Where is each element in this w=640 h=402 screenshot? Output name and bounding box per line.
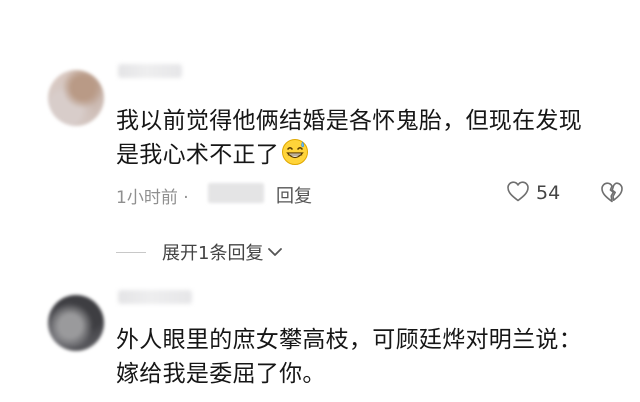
comment-text-line: 是我心术不正了 [116, 138, 616, 176]
expand-replies-label: 展开1条回复 [162, 243, 264, 264]
comment-time: 1小时前 · [116, 188, 189, 208]
reply-button[interactable]: 回复 [276, 182, 312, 208]
broken-heart-icon[interactable] [600, 181, 624, 208]
comment-text-line: 我以前觉得他俩结婚是各怀鬼胎，但现在发现 [116, 108, 582, 134]
avatar[interactable] [48, 70, 104, 126]
username-blurred[interactable] [118, 64, 182, 78]
username-blurred[interactable] [118, 290, 192, 304]
comment-text: 我以前觉得他俩结婚是各怀鬼胎，但现在发现 是我心术不正了 [116, 104, 616, 176]
comment-meta: 1小时前 · 回复 54 [116, 179, 626, 208]
comment-text-line: 外人眼里的庶女攀高枝，可顾廷烨对明兰说： [116, 327, 582, 353]
chevron-down-icon [267, 243, 283, 262]
divider [116, 251, 146, 253]
grinning-sweat-emoji-icon [281, 138, 309, 176]
heart-outline-icon[interactable] [506, 180, 530, 207]
like-count: 54 [536, 182, 561, 204]
avatar[interactable] [48, 295, 104, 351]
like-button[interactable]: 54 [506, 179, 560, 207]
comment-text-fragment: 是我心术不正了 [116, 142, 280, 168]
comment-text: 外人眼里的庶女攀高枝，可顾廷烨对明兰说： 嫁给我是委屈了你。 [116, 323, 616, 391]
location-blurred [208, 183, 264, 203]
comment-item: 外人眼里的庶女攀高枝，可顾廷烨对明兰说： 嫁给我是委屈了你。 [0, 285, 640, 402]
expand-replies-button[interactable]: 展开1条回复 [116, 238, 283, 266]
comment-item: 我以前觉得他俩结婚是各怀鬼胎，但现在发现 是我心术不正了 1小时前 · 回复 5… [0, 0, 640, 285]
comment-text-line: 嫁给我是委屈了你。 [116, 361, 326, 387]
